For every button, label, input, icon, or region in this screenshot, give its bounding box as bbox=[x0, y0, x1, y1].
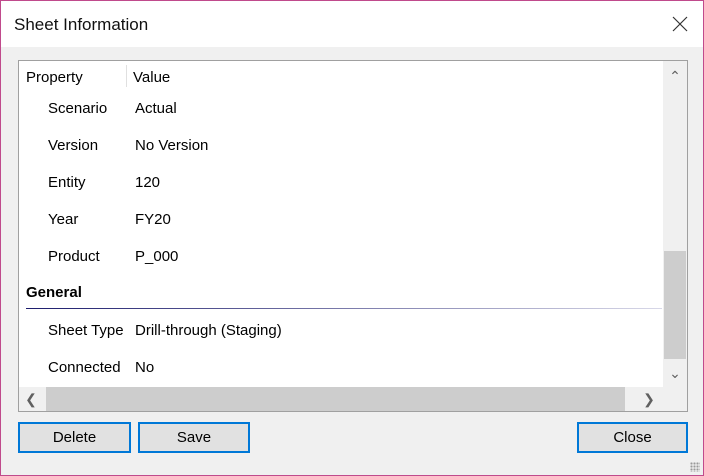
close-window-button[interactable] bbox=[657, 1, 703, 47]
property-name: Sheet Type bbox=[48, 322, 124, 339]
grid-row-product[interactable]: Product P_000 bbox=[19, 248, 659, 268]
property-value: Actual bbox=[135, 100, 177, 117]
close-icon bbox=[672, 16, 688, 32]
grid-row-sheet-type[interactable]: Sheet Type Drill-through (Staging) bbox=[19, 322, 659, 342]
group-header-general[interactable]: General bbox=[26, 284, 82, 301]
horizontal-scroll-thumb[interactable] bbox=[46, 387, 625, 411]
grid-row-year[interactable]: Year FY20 bbox=[19, 211, 659, 231]
property-name: Connected bbox=[48, 359, 121, 376]
property-grid: Property Value Scenario Actual Version No … bbox=[18, 60, 688, 412]
property-value: 120 bbox=[135, 174, 161, 191]
property-value: FY20 bbox=[135, 211, 171, 228]
group-divider bbox=[26, 308, 662, 309]
grid-row-entity[interactable]: Entity 120 bbox=[19, 174, 659, 194]
save-button[interactable]: Save bbox=[138, 422, 250, 453]
sheet-information-dialog: Sheet Information Property Value Scenari… bbox=[0, 0, 704, 476]
property-value: No bbox=[135, 359, 155, 376]
grid-row-connected[interactable]: Connected No bbox=[19, 359, 659, 379]
title-bar: Sheet Information bbox=[1, 1, 703, 47]
scroll-down-icon[interactable]: ⌄ bbox=[663, 361, 687, 385]
property-value: No Version bbox=[135, 137, 209, 154]
delete-button[interactable]: Delete bbox=[18, 422, 131, 453]
property-name: Version bbox=[48, 137, 99, 154]
column-divider[interactable] bbox=[126, 65, 127, 87]
grid-row-version[interactable]: Version No Version bbox=[19, 137, 659, 157]
close-button[interactable]: Close bbox=[577, 422, 688, 453]
vertical-scrollbar[interactable]: ⌃ ⌄ bbox=[663, 61, 687, 387]
vertical-scroll-thumb[interactable] bbox=[664, 251, 686, 359]
grid-row-scenario[interactable]: Scenario Actual bbox=[19, 100, 659, 120]
scroll-left-icon[interactable]: ❮ bbox=[19, 387, 43, 411]
scrollbar-corner bbox=[663, 387, 687, 411]
column-header-value[interactable]: Value bbox=[133, 69, 170, 86]
property-value: Drill-through (Staging) bbox=[135, 322, 282, 339]
resize-grip-icon[interactable] bbox=[690, 462, 700, 472]
property-name: Year bbox=[48, 211, 79, 228]
dialog-title: Sheet Information bbox=[14, 15, 149, 34]
column-header-property[interactable]: Property bbox=[26, 69, 83, 86]
property-name: Scenario bbox=[48, 100, 108, 117]
scroll-right-icon[interactable]: ❯ bbox=[637, 387, 661, 411]
property-value: P_000 bbox=[135, 248, 179, 265]
property-name: Entity bbox=[48, 174, 86, 191]
horizontal-scrollbar[interactable]: ❮ ❯ bbox=[19, 387, 663, 411]
scroll-up-icon[interactable]: ⌃ bbox=[663, 64, 687, 88]
property-name: Product bbox=[48, 248, 100, 265]
